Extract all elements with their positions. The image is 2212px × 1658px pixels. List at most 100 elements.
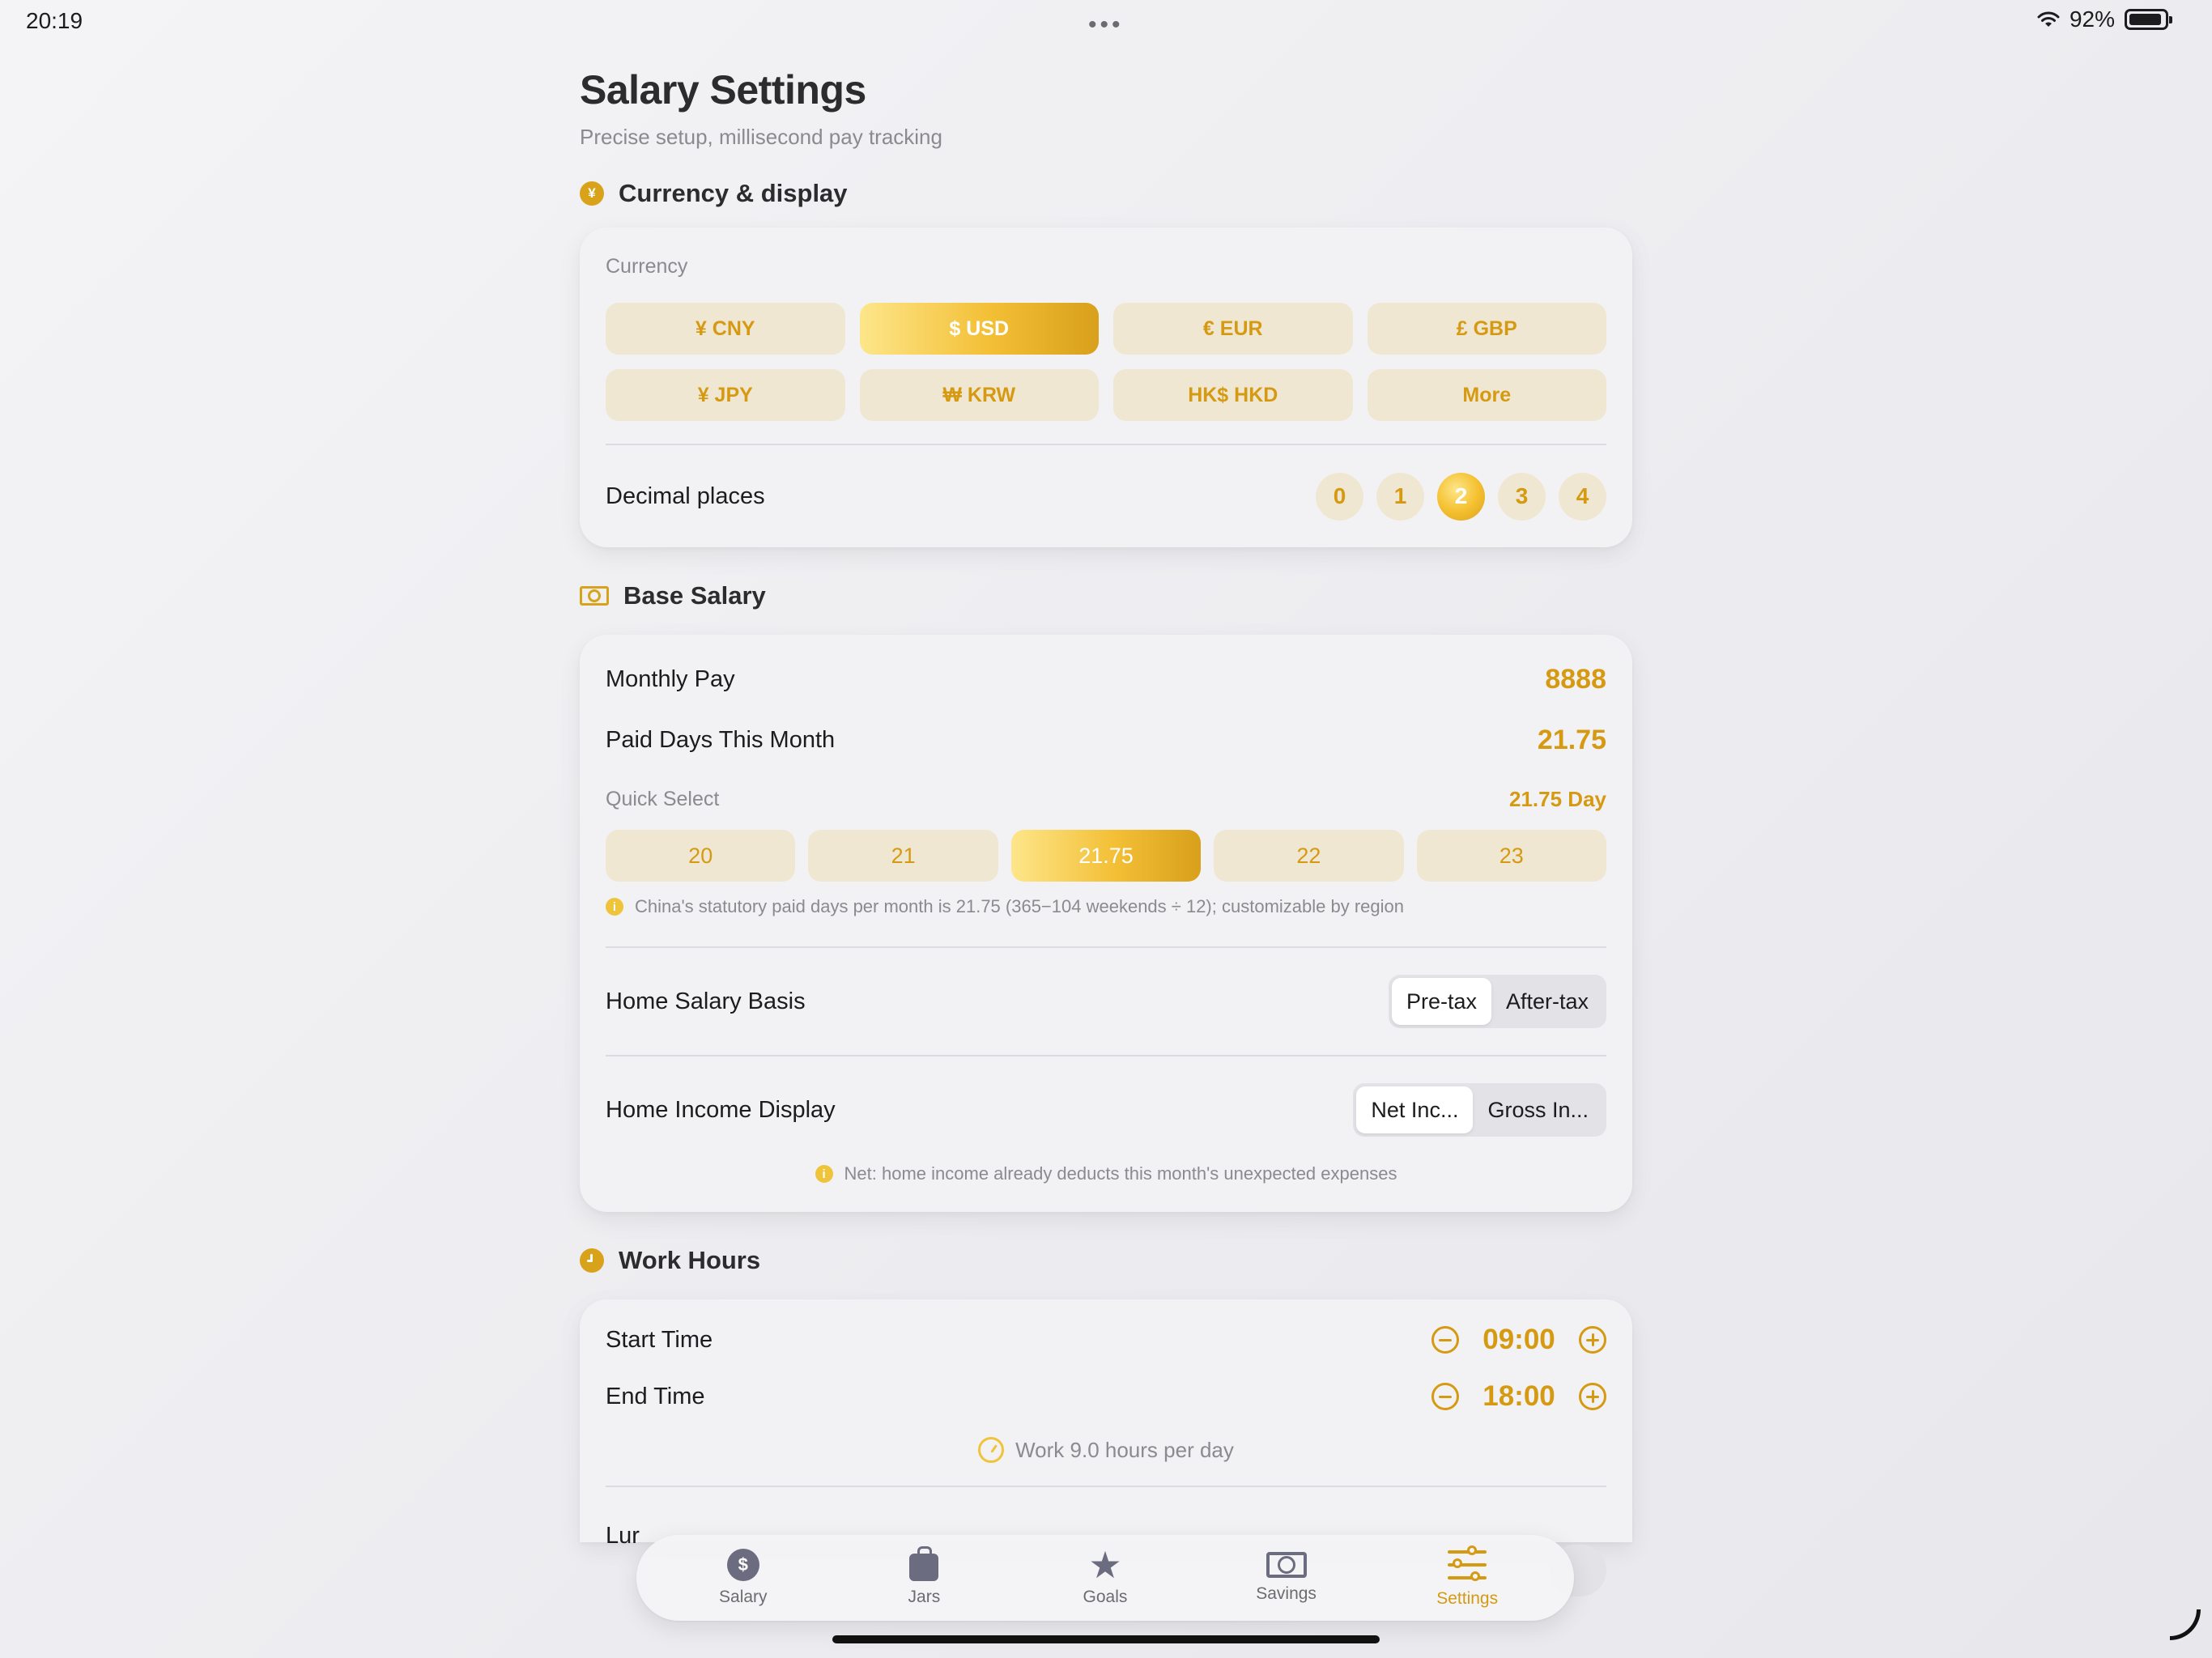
currency-label: Currency [606,255,688,278]
tab-settings[interactable]: Settings [1394,1545,1540,1609]
section-title: Work Hours [619,1246,761,1274]
bag-icon [909,1546,939,1581]
end-time-row: End Time 18:00 [606,1380,1606,1413]
bottom-tab-bar: $ Salary Jars ★ Goals Savings Settings [636,1535,1574,1621]
tab-label: Goals [1083,1588,1128,1606]
tab-label: Savings [1256,1584,1317,1603]
income-note-text: Net: home income already deducts this mo… [844,1163,1397,1184]
info-icon: i [606,898,623,916]
income-display-option[interactable]: Net Inc... [1356,1086,1474,1133]
income-note: i Net: home income already deducts this … [606,1163,1606,1184]
tab-jars[interactable]: Jars [851,1546,997,1607]
work-hours-summary-text: Work 9.0 hours per day [1015,1437,1234,1462]
section-currency-heading: ¥ Currency & display [580,179,1632,208]
info-icon: i [815,1165,833,1183]
decrement-end-time-button[interactable] [1431,1383,1459,1410]
decimal-option-0[interactable]: 0 [1316,472,1363,521]
multitasking-dots[interactable]: ••• [1088,11,1124,39]
start-time-stepper: 09:00 [1431,1324,1606,1356]
paid-days-option-button[interactable]: 20 [606,830,796,882]
star-icon: ★ [1088,1544,1122,1586]
paid-days-value[interactable]: 21.75 [1538,725,1606,756]
end-time-label: End Time [606,1383,705,1409]
section-work-hours-heading: Work Hours [580,1246,1632,1275]
paid-days-option-button[interactable]: 21.75 [1010,830,1202,882]
decimal-option-1[interactable]: 1 [1376,472,1424,521]
quick-select-row: Quick Select 21.75 Day [606,787,1606,812]
paid-days-quick-options: 20 21 21.75 22 23 [606,830,1606,882]
monthly-pay-row[interactable]: Monthly Pay 8888 [606,664,1606,695]
tab-savings[interactable]: Savings [1214,1552,1359,1604]
currency-option-button[interactable]: ¥ CNY [606,303,845,355]
quick-select-value: 21.75 Day [1509,787,1606,811]
paid-days-option-button[interactable]: 22 [1214,830,1404,882]
tab-label: Settings [1436,1589,1499,1608]
currency-option-button[interactable]: ₩ KRW [859,369,1099,421]
tab-goals[interactable]: ★ Goals [1032,1544,1178,1607]
salary-basis-option[interactable]: After-tax [1491,978,1603,1025]
increment-end-time-button[interactable] [1579,1383,1606,1410]
salary-basis-segmented-control: Pre-tax After-tax [1388,975,1606,1028]
currency-card: Currency ¥ CNY $ USD € EUR £ GBP ¥ JPY ₩ KRW H… [580,227,1632,547]
income-display-row: Home Income Display Net Inc... Gross In..… [606,1056,1606,1163]
start-time-row: Start Time 09:00 [606,1324,1606,1356]
salary-basis-label: Home Salary Basis [606,988,806,1014]
salary-basis-row: Home Salary Basis Pre-tax After-tax [606,948,1606,1055]
timer-icon [978,1437,1005,1463]
decimal-option-4[interactable]: 4 [1559,472,1606,521]
currency-options: ¥ CNY $ USD € EUR £ GBP ¥ JPY ₩ KRW HK$ HKD Mor… [606,303,1606,421]
paid-days-row[interactable]: Paid Days This Month 21.75 [606,725,1606,756]
end-time-value[interactable]: 18:00 [1478,1380,1559,1413]
banknote-icon [580,586,609,606]
home-indicator[interactable] [832,1635,1380,1643]
banknote-icon [1266,1552,1307,1578]
battery-fill [2129,14,2161,25]
currency-option-button[interactable]: ¥ JPY [606,369,845,421]
status-time: 20:19 [26,8,83,33]
tab-label: Salary [719,1588,768,1606]
income-display-option[interactable]: Gross In... [1473,1086,1603,1133]
paid-days-option-button[interactable]: 21 [808,830,998,882]
paid-days-note-text: China's statutory paid days per month is… [635,896,1404,916]
currency-option-button[interactable]: $ USD [859,303,1099,355]
battery-percent: 92% [2069,6,2115,32]
status-right: 92% [2037,6,2172,32]
currency-option-button[interactable]: € EUR [1113,303,1353,355]
paid-days-option-button[interactable]: 23 [1416,830,1606,882]
increment-start-time-button[interactable] [1579,1326,1606,1354]
currency-option-button[interactable]: More [1367,369,1606,421]
currency-option-button[interactable]: £ GBP [1367,303,1606,355]
quick-select-label: Quick Select [606,788,720,810]
decimal-places-label: Decimal places [606,483,765,509]
tab-salary[interactable]: $ Salary [670,1549,816,1607]
paid-days-note: i China's statutory paid days per month … [606,896,1606,917]
screen: 20:19 ••• 92% Salary Settings Precise se… [0,0,2212,1658]
decimal-option-2[interactable]: 2 [1437,472,1485,521]
decimal-places-row: Decimal places 01234 [606,445,1606,547]
battery-icon [2125,9,2172,30]
section-title: Currency & display [619,179,848,207]
wifi-icon [2037,11,2060,27]
decimal-places-options: 01234 [1316,472,1606,521]
decrement-start-time-button[interactable] [1431,1326,1459,1354]
monthly-pay-value[interactable]: 8888 [1545,664,1606,695]
salary-basis-option[interactable]: Pre-tax [1391,978,1491,1025]
currency-option-button[interactable]: HK$ HKD [1113,369,1353,421]
page-title: Salary Settings [580,67,866,113]
page-subtitle: Precise setup, millisecond pay tracking [580,125,942,149]
section-title: Base Salary [623,581,766,610]
start-time-value[interactable]: 09:00 [1478,1324,1559,1356]
monthly-pay-label: Monthly Pay [606,666,735,692]
base-salary-card: Monthly Pay 8888 Paid Days This Month 21… [580,635,1632,1212]
income-display-label: Home Income Display [606,1096,836,1123]
decimal-option-3[interactable]: 3 [1498,472,1546,521]
paid-days-label: Paid Days This Month [606,727,836,753]
income-display-segmented-control: Net Inc... Gross In... [1353,1083,1606,1137]
clock-icon [580,1248,604,1273]
work-hours-summary: Work 9.0 hours per day [606,1437,1606,1463]
yen-coin-icon: ¥ [580,181,604,206]
lunch-break-label: Lur [606,1523,640,1549]
tab-label: Jars [908,1588,941,1606]
dollar-circle-icon: $ [726,1549,759,1581]
end-time-stepper: 18:00 [1431,1380,1606,1413]
